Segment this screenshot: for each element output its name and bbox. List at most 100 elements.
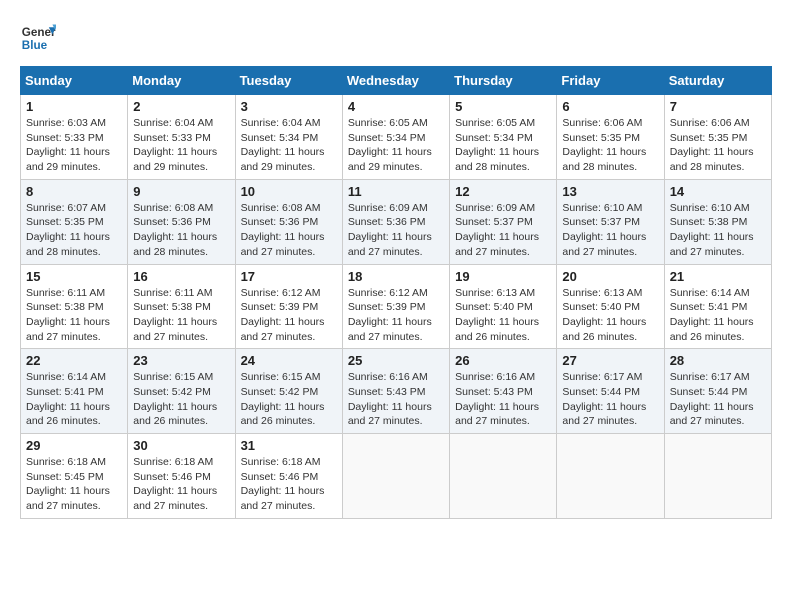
day-info: Sunrise: 6:09 AM Sunset: 5:36 PM Dayligh… <box>348 201 444 260</box>
day-info: Sunrise: 6:16 AM Sunset: 5:43 PM Dayligh… <box>455 370 551 429</box>
calendar-cell: 2 Sunrise: 6:04 AM Sunset: 5:33 PM Daylig… <box>128 95 235 180</box>
calendar-cell: 30 Sunrise: 6:18 AM Sunset: 5:46 PM Dayli… <box>128 434 235 519</box>
calendar-header-row: SundayMondayTuesdayWednesdayThursdayFrid… <box>21 67 772 95</box>
day-number: 13 <box>562 184 658 199</box>
calendar-cell: 4 Sunrise: 6:05 AM Sunset: 5:34 PM Daylig… <box>342 95 449 180</box>
day-number: 22 <box>26 353 122 368</box>
calendar-cell: 13 Sunrise: 6:10 AM Sunset: 5:37 PM Dayli… <box>557 179 664 264</box>
day-info: Sunrise: 6:18 AM Sunset: 5:45 PM Dayligh… <box>26 455 122 514</box>
calendar-cell: 27 Sunrise: 6:17 AM Sunset: 5:44 PM Dayli… <box>557 349 664 434</box>
day-number: 26 <box>455 353 551 368</box>
day-info: Sunrise: 6:15 AM Sunset: 5:42 PM Dayligh… <box>133 370 229 429</box>
day-info: Sunrise: 6:12 AM Sunset: 5:39 PM Dayligh… <box>241 286 337 345</box>
day-info: Sunrise: 6:09 AM Sunset: 5:37 PM Dayligh… <box>455 201 551 260</box>
svg-text:Blue: Blue <box>22 39 48 52</box>
day-info: Sunrise: 6:14 AM Sunset: 5:41 PM Dayligh… <box>26 370 122 429</box>
calendar-cell: 18Sunrise: 6:12 AM Sunset: 5:39 PM Dayli… <box>342 264 449 349</box>
day-info: Sunrise: 6:06 AM Sunset: 5:35 PM Dayligh… <box>562 116 658 175</box>
day-info: Sunrise: 6:06 AM Sunset: 5:35 PM Dayligh… <box>670 116 766 175</box>
day-info: Sunrise: 6:08 AM Sunset: 5:36 PM Dayligh… <box>241 201 337 260</box>
day-number: 18 <box>348 269 444 284</box>
day-number: 3 <box>241 99 337 114</box>
day-info: Sunrise: 6:13 AM Sunset: 5:40 PM Dayligh… <box>455 286 551 345</box>
logo: General Blue <box>20 20 56 56</box>
day-number: 17 <box>241 269 337 284</box>
calendar-cell: 11 Sunrise: 6:09 AM Sunset: 5:36 PM Dayli… <box>342 179 449 264</box>
weekday-header-thursday: Thursday <box>450 67 557 95</box>
day-number: 27 <box>562 353 658 368</box>
calendar-cell <box>664 434 771 519</box>
day-number: 20 <box>562 269 658 284</box>
calendar-cell: 17 Sunrise: 6:12 AM Sunset: 5:39 PM Dayli… <box>235 264 342 349</box>
day-info: Sunrise: 6:11 AM Sunset: 5:38 PM Dayligh… <box>133 286 229 345</box>
day-number: 14 <box>670 184 766 199</box>
day-number: 21 <box>670 269 766 284</box>
day-info: Sunrise: 6:10 AM Sunset: 5:37 PM Dayligh… <box>562 201 658 260</box>
day-number: 24 <box>241 353 337 368</box>
day-number: 8 <box>26 184 122 199</box>
day-info: Sunrise: 6:15 AM Sunset: 5:42 PM Dayligh… <box>241 370 337 429</box>
calendar-body: 1 Sunrise: 6:03 AM Sunset: 5:33 PM Daylig… <box>21 95 772 519</box>
calendar-cell <box>342 434 449 519</box>
calendar-cell: 24 Sunrise: 6:15 AM Sunset: 5:42 PM Dayli… <box>235 349 342 434</box>
day-number: 29 <box>26 438 122 453</box>
day-info: Sunrise: 6:10 AM Sunset: 5:38 PM Dayligh… <box>670 201 766 260</box>
day-number: 7 <box>670 99 766 114</box>
calendar-cell: 10 Sunrise: 6:08 AM Sunset: 5:36 PM Dayli… <box>235 179 342 264</box>
calendar-week-row: 22 Sunrise: 6:14 AM Sunset: 5:41 PM Dayli… <box>21 349 772 434</box>
day-number: 28 <box>670 353 766 368</box>
day-number: 4 <box>348 99 444 114</box>
calendar-cell: 7 Sunrise: 6:06 AM Sunset: 5:35 PM Daylig… <box>664 95 771 180</box>
day-info: Sunrise: 6:08 AM Sunset: 5:36 PM Dayligh… <box>133 201 229 260</box>
calendar-cell: 9Sunrise: 6:08 AM Sunset: 5:36 PM Daylig… <box>128 179 235 264</box>
day-info: Sunrise: 6:03 AM Sunset: 5:33 PM Dayligh… <box>26 116 122 175</box>
day-number: 2 <box>133 99 229 114</box>
calendar-cell: 16 Sunrise: 6:11 AM Sunset: 5:38 PM Dayli… <box>128 264 235 349</box>
calendar-cell: 14 Sunrise: 6:10 AM Sunset: 5:38 PM Dayli… <box>664 179 771 264</box>
calendar-cell: 3 Sunrise: 6:04 AM Sunset: 5:34 PM Daylig… <box>235 95 342 180</box>
calendar-week-row: 29 Sunrise: 6:18 AM Sunset: 5:45 PM Dayli… <box>21 434 772 519</box>
weekday-header-tuesday: Tuesday <box>235 67 342 95</box>
calendar-week-row: 1 Sunrise: 6:03 AM Sunset: 5:33 PM Daylig… <box>21 95 772 180</box>
calendar-table: SundayMondayTuesdayWednesdayThursdayFrid… <box>20 66 772 519</box>
day-info: Sunrise: 6:17 AM Sunset: 5:44 PM Dayligh… <box>670 370 766 429</box>
calendar-cell: 28 Sunrise: 6:17 AM Sunset: 5:44 PM Dayli… <box>664 349 771 434</box>
day-number: 31 <box>241 438 337 453</box>
calendar-cell <box>557 434 664 519</box>
day-number: 1 <box>26 99 122 114</box>
day-info: Sunrise: 6:04 AM Sunset: 5:33 PM Dayligh… <box>133 116 229 175</box>
day-number: 25 <box>348 353 444 368</box>
calendar-cell: 25 Sunrise: 6:16 AM Sunset: 5:43 PM Dayli… <box>342 349 449 434</box>
day-number: 16 <box>133 269 229 284</box>
calendar-cell: 5Sunrise: 6:05 AM Sunset: 5:34 PM Daylig… <box>450 95 557 180</box>
day-number: 19 <box>455 269 551 284</box>
day-info: Sunrise: 6:05 AM Sunset: 5:34 PM Dayligh… <box>455 116 551 175</box>
day-number: 11 <box>348 184 444 199</box>
day-info: Sunrise: 6:18 AM Sunset: 5:46 PM Dayligh… <box>241 455 337 514</box>
weekday-header-wednesday: Wednesday <box>342 67 449 95</box>
day-info: Sunrise: 6:16 AM Sunset: 5:43 PM Dayligh… <box>348 370 444 429</box>
calendar-cell: 21Sunrise: 6:14 AM Sunset: 5:41 PM Dayli… <box>664 264 771 349</box>
day-number: 12 <box>455 184 551 199</box>
day-info: Sunrise: 6:17 AM Sunset: 5:44 PM Dayligh… <box>562 370 658 429</box>
day-number: 15 <box>26 269 122 284</box>
day-info: Sunrise: 6:18 AM Sunset: 5:46 PM Dayligh… <box>133 455 229 514</box>
calendar-cell: 29 Sunrise: 6:18 AM Sunset: 5:45 PM Dayli… <box>21 434 128 519</box>
day-number: 10 <box>241 184 337 199</box>
day-number: 30 <box>133 438 229 453</box>
calendar-cell: 15Sunrise: 6:11 AM Sunset: 5:38 PM Dayli… <box>21 264 128 349</box>
calendar-cell: 20Sunrise: 6:13 AM Sunset: 5:40 PM Dayli… <box>557 264 664 349</box>
calendar-cell: 1 Sunrise: 6:03 AM Sunset: 5:33 PM Daylig… <box>21 95 128 180</box>
weekday-header-friday: Friday <box>557 67 664 95</box>
calendar-cell <box>450 434 557 519</box>
day-info: Sunrise: 6:04 AM Sunset: 5:34 PM Dayligh… <box>241 116 337 175</box>
calendar-week-row: 15 Sunrise: 6:11 AM Sunset: 5:38 PM Dayli… <box>21 264 772 349</box>
weekday-header-monday: Monday <box>128 67 235 95</box>
day-number: 23 <box>133 353 229 368</box>
calendar-cell: 31 Sunrise: 6:18 AM Sunset: 5:46 PM Dayli… <box>235 434 342 519</box>
day-info: Sunrise: 6:07 AM Sunset: 5:35 PM Dayligh… <box>26 201 122 260</box>
calendar-week-row: 8 Sunrise: 6:07 AM Sunset: 5:35 PM Daylig… <box>21 179 772 264</box>
calendar-cell: 26 Sunrise: 6:16 AM Sunset: 5:43 PM Dayli… <box>450 349 557 434</box>
day-info: Sunrise: 6:05 AM Sunset: 5:34 PM Dayligh… <box>348 116 444 175</box>
page-header: General Blue <box>20 20 772 56</box>
